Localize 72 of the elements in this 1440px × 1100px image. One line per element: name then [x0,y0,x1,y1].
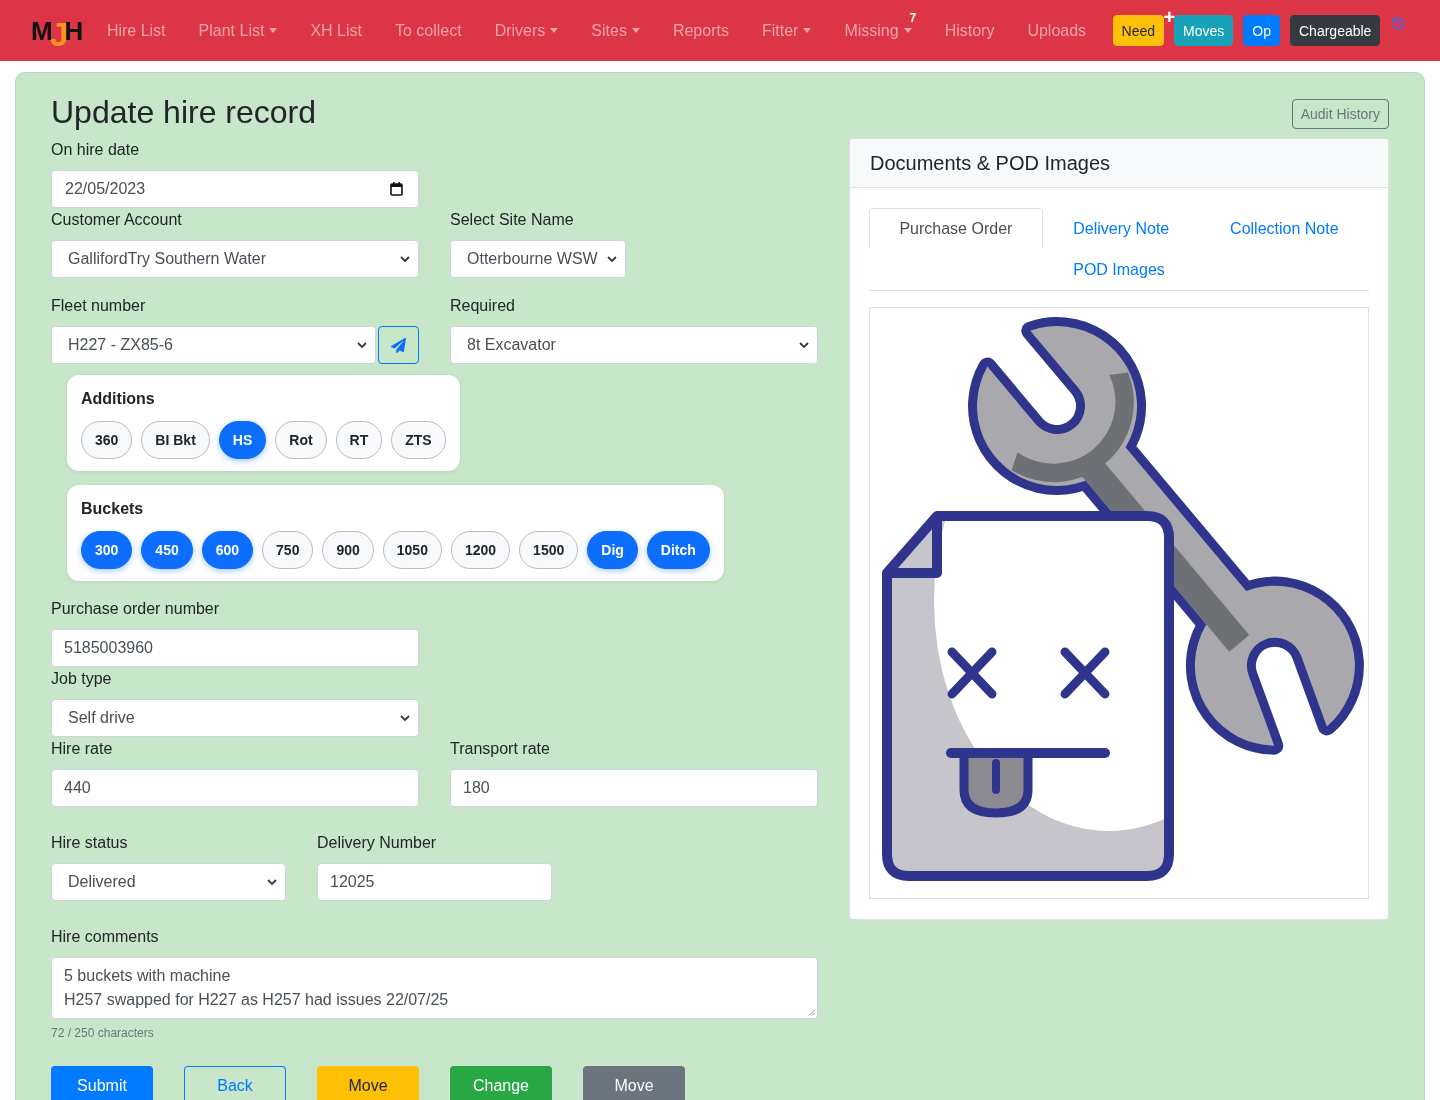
bucket-toggle[interactable]: Ditch [646,531,710,569]
card-title: Buckets [81,499,145,519]
bucket-toggle[interactable]: 1050 [382,531,442,569]
addition-toggle[interactable]: RT [335,421,383,459]
delivery-number-field[interactable]: 12025 [317,863,552,901]
site-name-select[interactable]: Otterbourne WSW [450,240,626,278]
document-tab[interactable]: POD Images [869,249,1369,290]
purchase-order-number-field[interactable]: 5185003960 [51,629,419,667]
field-label: Hire status [51,833,129,853]
bucket-toggle[interactable]: Dig [587,531,638,569]
action-button[interactable]: Submit [51,1066,153,1100]
addition-toggle[interactable]: Rot [275,421,327,459]
document-tab[interactable]: Collection Note [1199,208,1369,249]
required-select[interactable]: 8t Excavator [450,326,818,364]
audit-history-button[interactable]: Audit History [1291,99,1389,129]
action-button[interactable]: Back [184,1066,286,1100]
notification-count: 7 [909,12,917,24]
nav-button[interactable]: Op [1243,15,1280,46]
action-button[interactable]: Move [583,1066,685,1100]
chevron-down-icon [357,341,367,349]
document-tab[interactable]: Purchase Order [869,208,1043,249]
card-title: Documents & POD Images [870,151,1111,175]
paper-plane-icon [391,337,406,353]
field-label: Delivery Number [317,833,438,853]
hire-date-field[interactable]: 22/05/2023 [51,170,419,208]
hire-comments-field[interactable]: 5 buckets with machine H257 swapped for H227 as H257 had issues 22/07/25 [51,957,818,1019]
character-count: 72 / 250 characters [51,1025,155,1042]
chevron-down-icon [606,255,617,263]
field-label: Hire rate [51,739,114,759]
chevron-down-icon [400,714,410,722]
nav-link[interactable]: Missing 7 [827,0,929,61]
customer-account-select[interactable]: GallifordTry Southern Water [51,240,419,278]
field-label: Job type [51,669,113,689]
transport-rate-field[interactable]: 180 [450,769,818,807]
addition-toggle[interactable]: HS [218,421,267,459]
action-button[interactable]: Change [450,1066,552,1100]
field-label: Purchase order number [51,599,221,619]
bucket-toggle[interactable]: 1200 [450,531,511,569]
card-title: Additions [81,389,156,409]
bucket-toggle[interactable]: 450 [141,531,193,569]
bucket-toggle[interactable]: 300 [81,531,133,569]
bucket-toggle[interactable]: 750 [262,531,314,569]
page-title: Update hire record [51,93,318,131]
field-label: Select Site Name [450,210,574,230]
hire-rate-field[interactable]: 440 [51,769,419,807]
bucket-toggle[interactable]: 900 [322,531,374,569]
nav-button[interactable]: Need [1112,15,1165,46]
field-label: Fleet number [51,296,147,316]
fleet-number-select[interactable]: H227 - ZX85-6 [51,326,376,364]
field-label: Hire comments [51,927,160,947]
addition-toggle[interactable]: ZTS [391,421,446,459]
chevron-down-icon [400,255,410,263]
plus-text: + [1163,7,1176,27]
field-label: Required [450,296,516,316]
chevron-down-icon [267,878,277,886]
resize-grip-icon [808,1009,815,1016]
field-label: Customer Account [51,210,183,230]
job-type-select[interactable]: Self drive [51,699,419,737]
addition-toggle[interactable]: BI Bkt [141,421,210,459]
nav-button[interactable]: Chargeable [1290,15,1381,46]
bucket-toggle[interactable]: 600 [201,531,254,569]
addition-toggle[interactable]: 360 [81,421,133,459]
document-tab[interactable]: Delivery Note [1042,208,1200,249]
chevron-down-icon [799,341,809,349]
hire-status-select[interactable]: Delivered [51,863,286,901]
field-label: Transport rate [450,739,551,759]
send-button[interactable] [378,326,419,364]
calendar-icon [390,182,403,196]
field-label: On hire date [51,140,141,160]
nav-button[interactable]: Moves [1174,15,1234,46]
bucket-toggle[interactable]: 1500 [519,531,579,569]
action-button[interactable]: Move [317,1066,419,1100]
